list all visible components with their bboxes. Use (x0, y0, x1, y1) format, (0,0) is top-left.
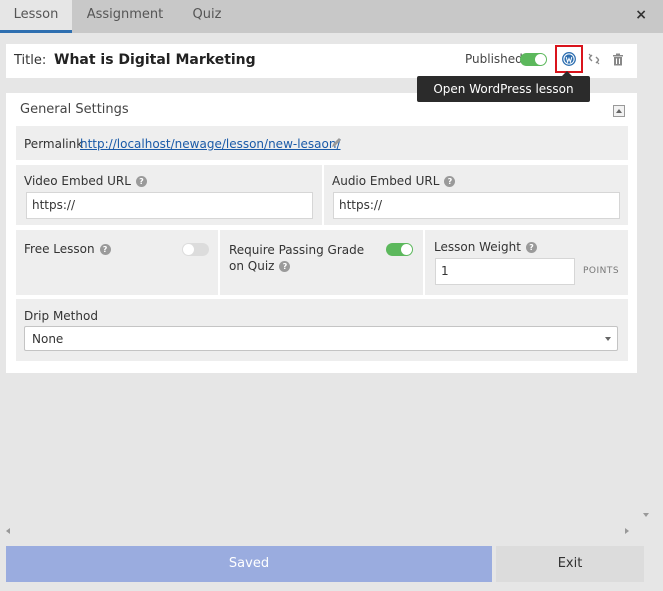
open-wordpress-editor-button[interactable] (555, 45, 583, 73)
published-label: Published (465, 52, 523, 66)
lesson-weight-label: Lesson Weight? (434, 240, 537, 254)
trash-icon[interactable] (612, 53, 624, 66)
video-embed-label-text: Video Embed URL (24, 174, 131, 188)
lesson-title[interactable]: What is Digital Marketing (54, 52, 256, 68)
help-icon[interactable]: ? (444, 176, 456, 187)
audio-embed-label: Audio Embed URL? (332, 174, 456, 188)
toggle-knob (535, 54, 546, 65)
require-passing-toggle[interactable] (386, 243, 413, 256)
title-label: Title: (14, 53, 47, 68)
lesson-weight-label-text: Lesson Weight (434, 240, 521, 254)
close-icon[interactable]: × (635, 7, 647, 23)
require-passing-label: Require Passing Grade on Quiz? (229, 242, 379, 274)
wordpress-icon (562, 52, 576, 66)
collapse-icon[interactable] (613, 105, 625, 117)
audio-embed-label-text: Audio Embed URL (332, 174, 440, 188)
chevron-down-icon (605, 337, 611, 341)
drip-method-label: Drip Method (24, 309, 98, 323)
pencil-icon[interactable] (330, 136, 343, 149)
drip-method-section: Drip Method None (16, 299, 628, 361)
title-card: Title: What is Digital Marketing Publish… (6, 44, 637, 78)
audio-embed-section: Audio Embed URL? https:// (324, 165, 628, 225)
help-icon[interactable]: ? (279, 261, 291, 272)
lesson-weight-input[interactable]: 1 (435, 258, 575, 285)
help-icon[interactable]: ? (135, 176, 147, 187)
toggle-knob (401, 244, 412, 255)
scroll-down-icon[interactable] (643, 513, 649, 517)
require-passing-label-text: Require Passing Grade on Quiz (229, 243, 365, 273)
saved-button[interactable]: Saved (6, 546, 492, 582)
toggle-knob (183, 244, 194, 255)
scroll-left-icon[interactable] (6, 528, 10, 534)
permalink-link[interactable]: http://localhost/newage/lesson/new-lesao… (80, 137, 341, 151)
wordpress-editor-tooltip: Open WordPress lesson editor (417, 71, 590, 122)
published-toggle[interactable] (520, 53, 547, 66)
help-icon[interactable]: ? (99, 244, 111, 255)
scroll-right-icon[interactable] (625, 528, 629, 534)
general-settings-title: General Settings (20, 102, 129, 117)
audio-embed-url-input[interactable]: https:// (333, 192, 620, 219)
tab-lesson[interactable]: Lesson (0, 0, 72, 33)
lesson-weight-section: Lesson Weight? 1 POINTS (425, 230, 628, 295)
unlink-icon[interactable] (587, 52, 601, 66)
free-lesson-label: Free Lesson? (24, 242, 111, 256)
video-embed-label: Video Embed URL? (24, 174, 147, 188)
drip-method-value: None (32, 332, 64, 346)
exit-button[interactable]: Exit (496, 546, 644, 582)
horizontal-scrollbar[interactable] (0, 525, 655, 538)
require-passing-section: Require Passing Grade on Quiz? (220, 230, 423, 295)
tab-quiz[interactable]: Quiz (182, 0, 232, 33)
tab-bar: Lesson Assignment Quiz × (0, 0, 663, 33)
free-lesson-section: Free Lesson? (16, 230, 218, 295)
general-settings-panel: General Settings Permalink http://localh… (6, 93, 637, 373)
video-embed-section: Video Embed URL? https:// (16, 165, 322, 225)
free-lesson-toggle[interactable] (182, 243, 209, 256)
permalink-label: Permalink (24, 137, 84, 151)
drip-method-select[interactable]: None (24, 326, 618, 351)
footer-bar: Saved Exit (0, 540, 663, 591)
points-label: POINTS (583, 266, 620, 276)
permalink-section: Permalink http://localhost/newage/lesson… (16, 126, 628, 160)
help-icon[interactable]: ? (525, 242, 537, 253)
video-embed-url-input[interactable]: https:// (26, 192, 313, 219)
tab-assignment[interactable]: Assignment (80, 0, 170, 33)
free-lesson-label-text: Free Lesson (24, 242, 95, 256)
